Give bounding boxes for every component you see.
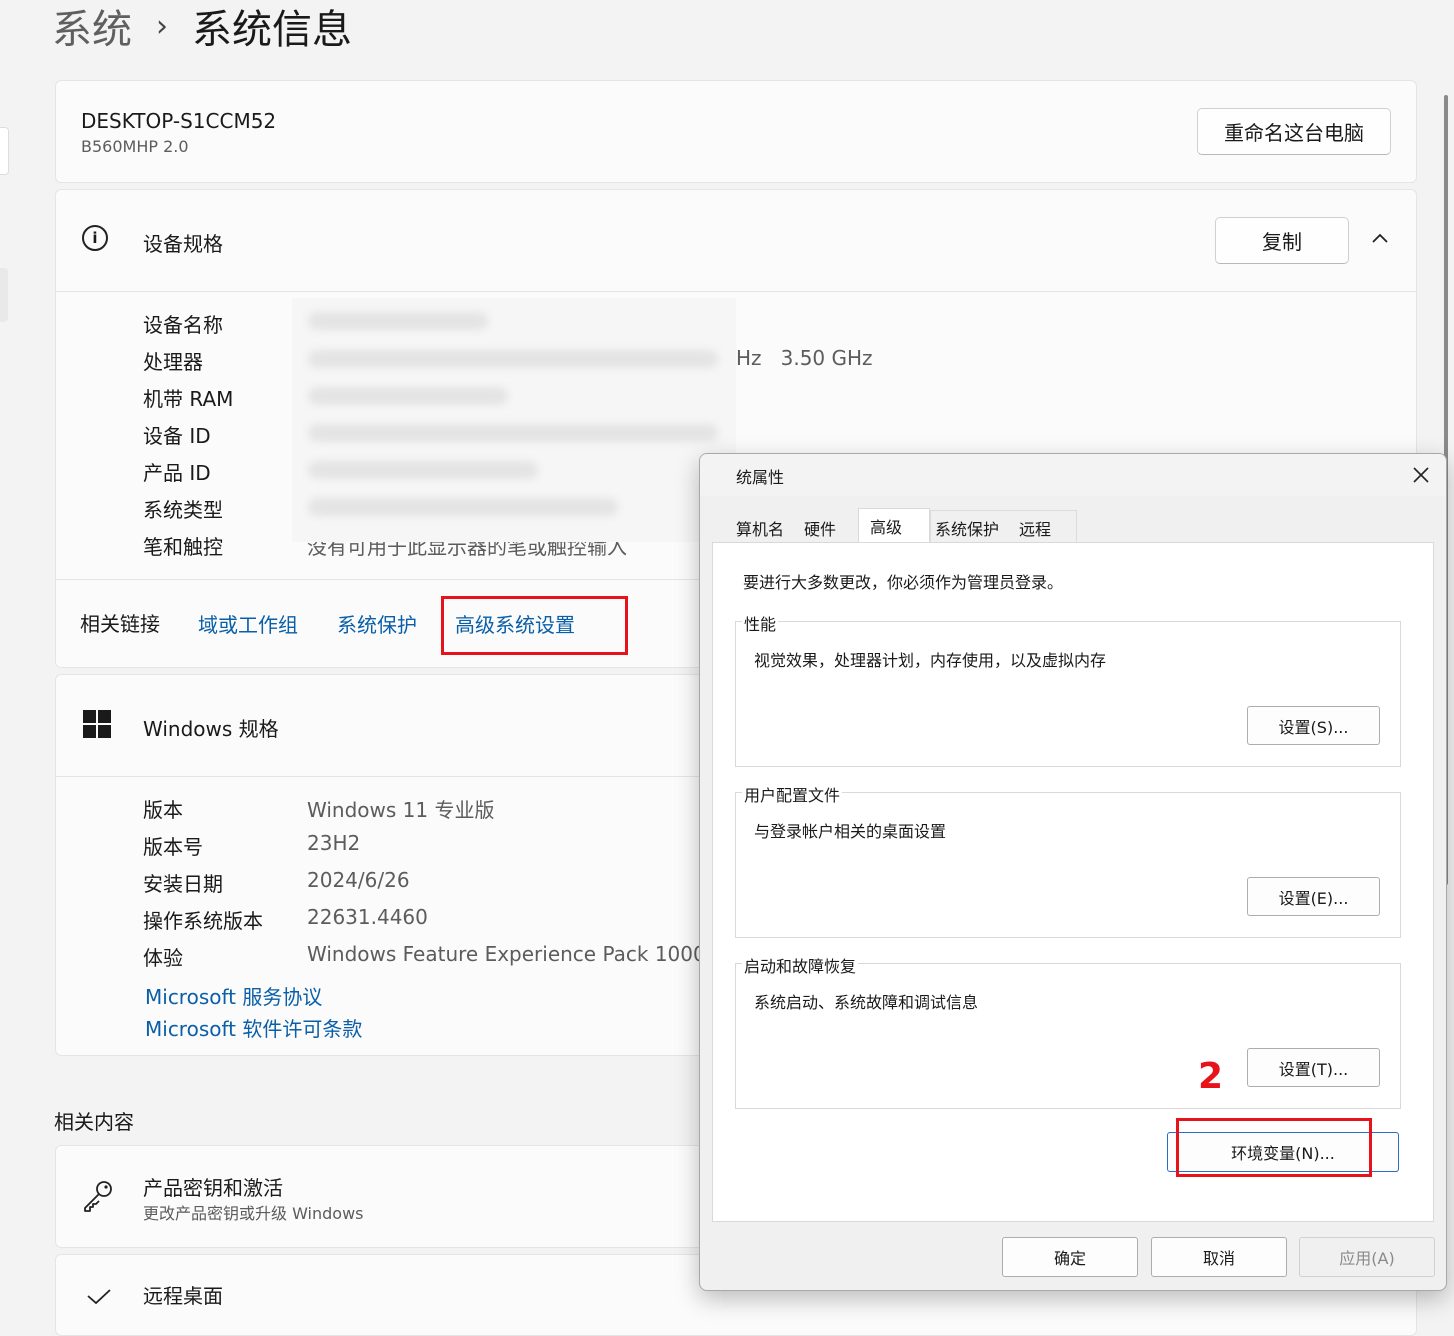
breadcrumb-parent[interactable]: 系统 [52, 0, 132, 55]
group-desc-performance: 视觉效果，处理器计划，内存使用，以及虚拟内存 [754, 651, 1107, 670]
annotation-box-2 [1176, 1118, 1372, 1177]
win-value-os-build: 22631.4460 [307, 905, 428, 929]
tab-advanced[interactable]: 高级 [870, 514, 902, 538]
group-performance [735, 621, 1401, 767]
group-desc-user-profiles: 与登录帐户相关的桌面设置 [754, 822, 947, 841]
device-model: B560MHP 2.0 [81, 137, 189, 156]
link-ms-license-terms[interactable]: Microsoft 软件许可条款 [145, 1013, 362, 1042]
chevron-up-icon[interactable] [1370, 228, 1390, 248]
spec-label-product-id: 产品 ID [143, 461, 211, 485]
win-label-edition: 版本 [143, 798, 183, 822]
close-icon[interactable] [1410, 464, 1432, 486]
win-label-experience: 体验 [143, 946, 183, 970]
related-item-title-remote-desktop: 远程桌面 [143, 1284, 223, 1308]
win-value-version: 23H2 [307, 831, 361, 855]
device-specs-title: 设备规格 [143, 232, 223, 256]
specs-divider [56, 291, 1416, 292]
redacted-blur-line-5 [308, 461, 538, 479]
sidebar-edge-2 [0, 268, 8, 322]
page-title: 系统信息 [192, 7, 352, 53]
spec-label-device-id: 设备 ID [143, 424, 211, 448]
win-label-os-build: 操作系统版本 [143, 909, 263, 933]
cancel-button[interactable]: 取消 [1151, 1237, 1287, 1277]
redacted-blur-line-1 [308, 312, 488, 330]
rename-pc-button[interactable]: 重命名这台电脑 [1197, 108, 1391, 155]
related-item-subtitle-product-key: 更改产品密钥或升级 Windows [143, 1204, 364, 1223]
related-content-title: 相关内容 [54, 1110, 134, 1134]
group-startup-recovery [735, 963, 1401, 1109]
group-user-profiles [735, 792, 1401, 938]
spec-value-processor: Hz 3.50 GHz [736, 346, 873, 370]
annotation-box-1 [441, 596, 628, 655]
device-name: DESKTOP-S1CCM52 [81, 109, 277, 133]
group-title-startup-recovery: 启动和故障恢复 [742, 953, 859, 977]
spec-label-processor: 处理器 [143, 350, 203, 374]
link-ms-services-agreement[interactable]: Microsoft 服务协议 [145, 981, 322, 1010]
tab-computer-name[interactable]: 算机名 [736, 516, 784, 540]
related-links-label: 相关链接 [80, 612, 160, 636]
spec-label-pen-touch: 笔和触控 [143, 535, 223, 559]
link-system-protection[interactable]: 系统保护 [337, 609, 417, 638]
spec-label-ram: 机带 RAM [143, 387, 234, 411]
remote-desktop-icon [86, 1288, 114, 1308]
redacted-blur-line-3 [308, 387, 508, 405]
related-item-title-product-key: 产品密钥和激活 [143, 1176, 283, 1200]
tab-system-protection[interactable]: 系统保护 [935, 516, 999, 540]
annotation-number-2: 2 [1198, 1056, 1224, 1097]
tab-hardware[interactable]: 硬件 [804, 516, 836, 540]
windows-logo-icon [83, 710, 111, 738]
tab-remote[interactable]: 远程 [1019, 516, 1051, 540]
sidebar-edge-1 [0, 127, 9, 175]
win-value-edition: Windows 11 专业版 [307, 798, 495, 822]
windows-specs-title: Windows 规格 [143, 717, 279, 741]
performance-settings-button[interactable]: 设置(S)... [1247, 706, 1380, 745]
dialog-title: 统属性 [736, 468, 785, 487]
spec-label-system-type: 系统类型 [143, 498, 223, 522]
breadcrumb: 系统 › 系统信息 [52, 0, 352, 55]
user-profiles-settings-button[interactable]: 设置(E)... [1247, 877, 1380, 916]
redacted-blur-line-4 [308, 424, 718, 442]
group-title-performance: 性能 [742, 611, 779, 635]
spec-label-device-name: 设备名称 [143, 313, 223, 337]
win-value-experience: Windows Feature Experience Pack 1000.22 [307, 942, 738, 966]
breadcrumb-separator-icon: › [156, 8, 168, 44]
copy-button[interactable]: 复制 [1215, 217, 1349, 264]
info-icon: i [82, 225, 108, 251]
key-icon [80, 1178, 116, 1214]
win-value-install-date: 2024/6/26 [307, 868, 410, 892]
group-desc-startup-recovery: 系统启动、系统故障和调试信息 [754, 993, 979, 1012]
redacted-blur-line-2 [308, 350, 718, 368]
win-label-version: 版本号 [143, 835, 203, 859]
group-title-user-profiles: 用户配置文件 [742, 782, 843, 806]
ok-button[interactable]: 确定 [1002, 1237, 1138, 1277]
startup-recovery-settings-button[interactable]: 设置(T)... [1247, 1048, 1380, 1087]
link-domain-workgroup[interactable]: 域或工作组 [198, 609, 298, 638]
admin-note: 要进行大多数更改，你必须作为管理员登录。 [743, 573, 1064, 592]
dialog-titlebar[interactable] [700, 454, 1446, 496]
redacted-blur-line-6 [308, 498, 618, 516]
apply-button[interactable]: 应用(A) [1299, 1237, 1435, 1277]
win-label-install-date: 安装日期 [143, 872, 223, 896]
